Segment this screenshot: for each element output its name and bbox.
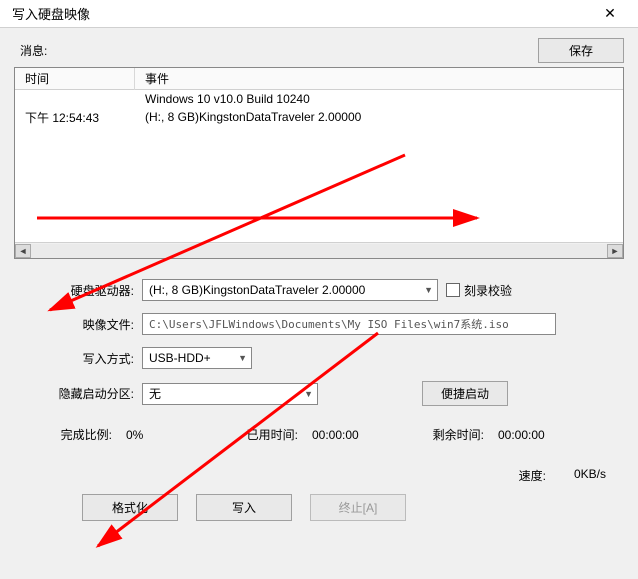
quick-boot-button[interactable]: 便捷启动: [422, 381, 508, 406]
image-value: C:\Users\JFLWindows\Documents\My ISO Fil…: [149, 316, 509, 332]
remain-label: 剩余时间:: [408, 426, 484, 443]
dialog-body: 消息: 保存 时间 事件 Windows 10 v10.0 Build 1024…: [0, 28, 638, 529]
checkbox-box: [446, 283, 460, 297]
log-panel: 时间 事件 Windows 10 v10.0 Build 10240 下午 12…: [14, 67, 624, 259]
scroll-right-button[interactable]: ►: [607, 244, 623, 258]
horizontal-scrollbar[interactable]: ◄ ►: [15, 242, 623, 258]
drive-select[interactable]: (H:, 8 GB)KingstonDataTraveler 2.00000 ▼: [142, 279, 438, 301]
log-event: (H:, 8 GB)KingstonDataTraveler 2.00000: [135, 107, 623, 127]
done-value: 0%: [112, 428, 222, 442]
chevron-down-icon: ▼: [298, 389, 313, 399]
write-button[interactable]: 写入: [196, 494, 292, 521]
annotation-arrow-1: [37, 206, 487, 236]
messages-label: 消息:: [14, 42, 47, 59]
format-button[interactable]: 格式化: [82, 494, 178, 521]
speed-row: 速度: 0KB/s: [14, 467, 606, 484]
stats-row: 完成比例: 0% 已用时间: 00:00:00 剩余时间: 00:00:00: [14, 426, 624, 443]
drive-label: 硬盘驱动器:: [14, 282, 142, 299]
titlebar: 写入硬盘映像 ✕: [0, 0, 638, 28]
log-time: [15, 96, 135, 102]
verify-label: 刻录校验: [464, 282, 512, 299]
window-title: 写入硬盘映像: [12, 4, 90, 23]
chevron-down-icon: ▼: [232, 353, 247, 363]
speed-label: 速度:: [519, 467, 546, 484]
log-table: 时间 事件 Windows 10 v10.0 Build 10240 下午 12…: [15, 68, 623, 126]
log-header: 时间 事件: [15, 68, 623, 90]
hide-value: 无: [149, 385, 161, 402]
save-button[interactable]: 保存: [538, 38, 624, 63]
remain-value: 00:00:00: [484, 428, 545, 442]
log-content: 时间 事件 Windows 10 v10.0 Build 10240 下午 12…: [15, 68, 623, 242]
elapsed-value: 00:00:00: [298, 428, 408, 442]
elapsed-label: 已用时间:: [222, 426, 298, 443]
abort-button: 终止[A]: [310, 494, 406, 521]
done-label: 完成比例:: [14, 426, 112, 443]
verify-checkbox[interactable]: 刻录校验: [446, 282, 512, 299]
column-event[interactable]: 事件: [135, 68, 623, 90]
column-time[interactable]: 时间: [15, 68, 135, 90]
drive-value: (H:, 8 GB)KingstonDataTraveler 2.00000: [149, 283, 365, 297]
hide-partition-select[interactable]: 无 ▼: [142, 383, 318, 405]
write-method-label: 写入方式:: [14, 350, 142, 367]
image-path-input[interactable]: C:\Users\JFLWindows\Documents\My ISO Fil…: [142, 313, 556, 335]
method-value: USB-HDD+: [149, 351, 211, 365]
log-time: 下午 12:54:43: [15, 106, 135, 129]
speed-value: 0KB/s: [574, 467, 606, 484]
image-label: 映像文件:: [14, 316, 142, 333]
scroll-left-button[interactable]: ◄: [15, 244, 31, 258]
write-method-select[interactable]: USB-HDD+ ▼: [142, 347, 252, 369]
close-button[interactable]: ✕: [590, 1, 630, 27]
form-area: 硬盘驱动器: (H:, 8 GB)KingstonDataTraveler 2.…: [14, 279, 624, 521]
button-row: 格式化 写入 终止[A] 返回: [82, 494, 624, 521]
scroll-track[interactable]: [31, 244, 607, 258]
close-icon: ✕: [604, 5, 616, 22]
log-row: 下午 12:54:43 (H:, 8 GB)KingstonDataTravel…: [15, 108, 623, 126]
chevron-down-icon: ▼: [418, 285, 433, 295]
log-event: Windows 10 v10.0 Build 10240: [135, 89, 623, 109]
hide-partition-label: 隐藏启动分区:: [14, 385, 142, 402]
